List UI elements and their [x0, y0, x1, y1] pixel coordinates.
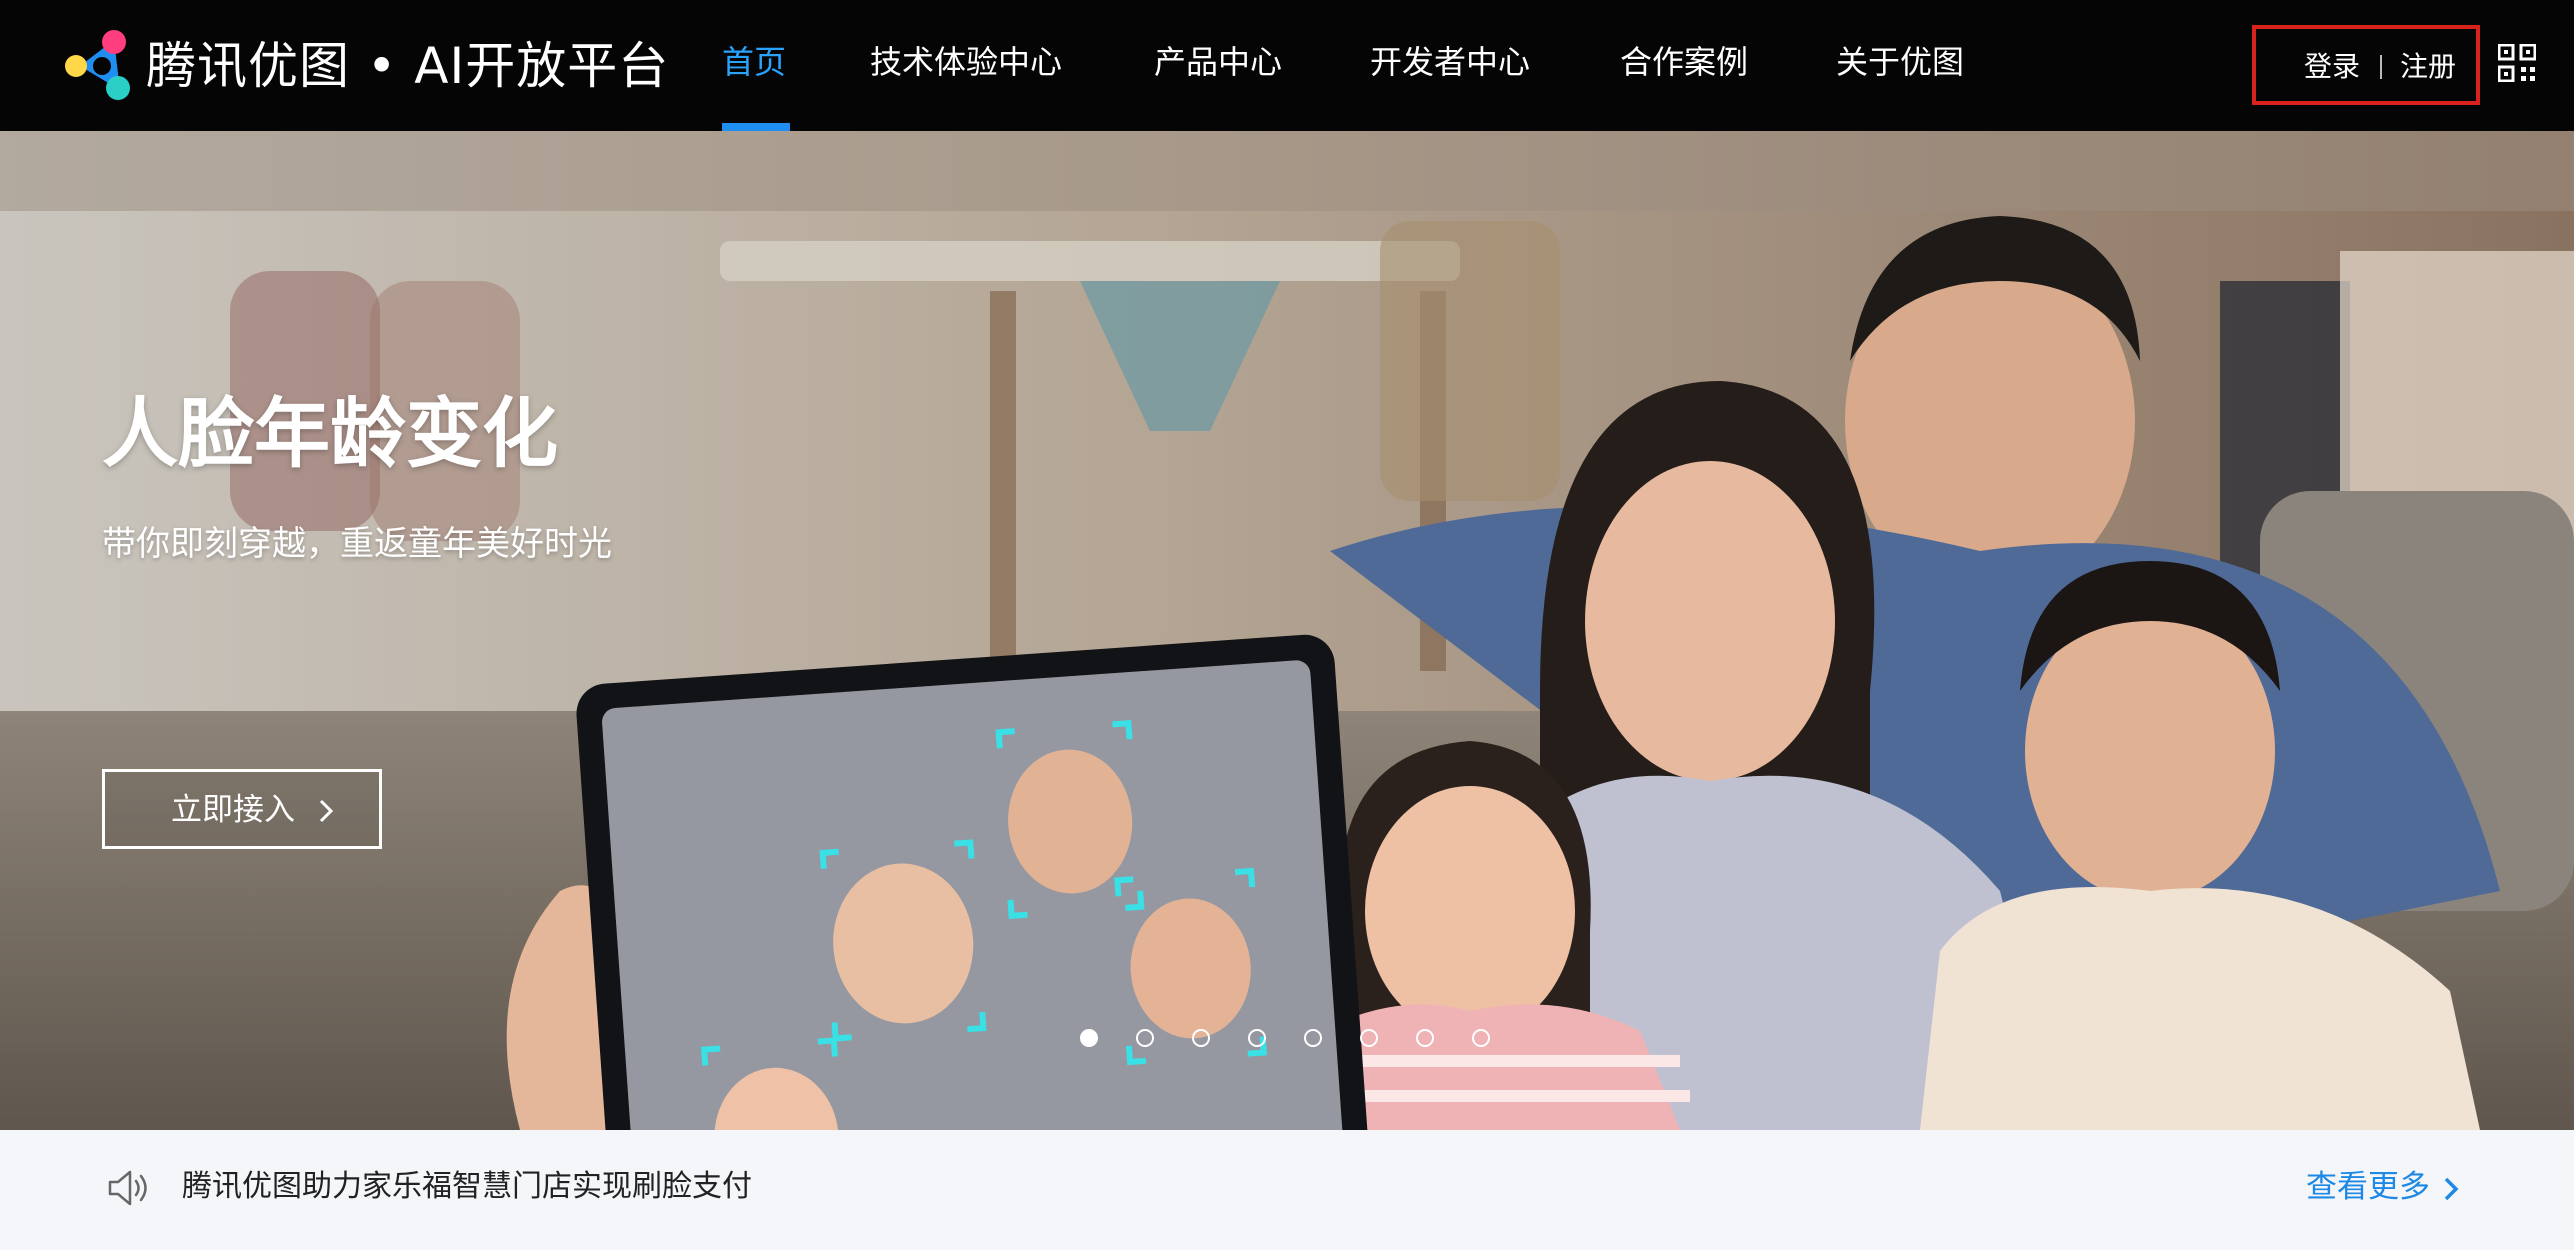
family-photo-illustration	[0, 131, 2574, 1130]
hero-banner[interactable]: 人脸年龄变化 带你即刻穿越，重返童年美好时光 立即接入	[0, 131, 2574, 1130]
carousel-dot-2[interactable]	[1136, 1029, 1154, 1047]
nav-item-home[interactable]: 首页	[722, 36, 786, 96]
access-now-button[interactable]: 立即接入	[102, 769, 382, 849]
qr-code-icon[interactable]	[2498, 44, 2536, 82]
carousel-pagination	[1080, 1029, 1500, 1053]
carousel-dot-8[interactable]	[1472, 1029, 1490, 1047]
nav-item-tech-experience[interactable]: 技术体验中心	[870, 36, 1062, 96]
chevron-right-icon[interactable]	[2442, 1176, 2460, 1202]
nav-item-cases[interactable]: 合作案例	[1620, 36, 1748, 96]
top-navigation-bar: 腾讯优图 • AI开放平台 首页 技术体验中心 产品中心 开发者中心 合作案例 …	[0, 0, 2574, 131]
carousel-dot-3[interactable]	[1192, 1029, 1210, 1047]
banner-title: 人脸年龄变化	[102, 389, 558, 478]
nav-item-about[interactable]: 关于优图	[1836, 36, 1964, 96]
active-nav-indicator	[722, 123, 790, 131]
speaker-icon	[108, 1170, 147, 1206]
tencent-youtu-logo-icon	[65, 30, 130, 100]
view-more-link[interactable]: 查看更多	[2306, 1166, 2430, 1208]
brand-name: 腾讯优图 • AI开放平台	[146, 37, 670, 95]
carousel-dot-7[interactable]	[1416, 1029, 1434, 1047]
brand-logo[interactable]: 腾讯优图 • AI开放平台	[62, 28, 668, 104]
login-link[interactable]: 登录	[2304, 49, 2360, 85]
carousel-dot-1[interactable]	[1080, 1029, 1098, 1047]
carousel-dot-5[interactable]	[1304, 1029, 1322, 1047]
nav-item-products[interactable]: 产品中心	[1154, 36, 1282, 96]
register-link[interactable]: 注册	[2400, 49, 2456, 85]
auth-links-highlight: 登录 注册	[2252, 25, 2480, 105]
news-announcement-bar: 腾讯优图助力家乐福智慧门店实现刷脸支付 查看更多	[0, 1130, 2574, 1250]
access-now-label: 立即接入	[171, 792, 295, 828]
auth-separator	[2380, 55, 2382, 79]
banner-subtitle: 带你即刻穿越，重返童年美好时光	[102, 524, 612, 564]
carousel-dot-6[interactable]	[1360, 1029, 1378, 1047]
news-headline-link[interactable]: 腾讯优图助力家乐福智慧门店实现刷脸支付	[182, 1166, 752, 1208]
carousel-dot-4[interactable]	[1248, 1029, 1266, 1047]
nav-item-developers[interactable]: 开发者中心	[1370, 36, 1530, 96]
chevron-right-icon	[319, 799, 334, 823]
